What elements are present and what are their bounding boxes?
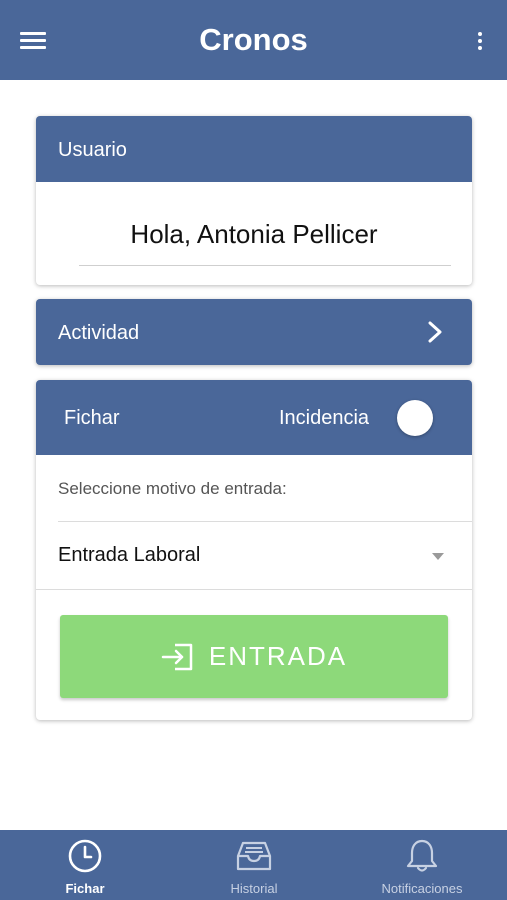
fichar-card-header: Fichar Incidencia	[36, 380, 472, 455]
nav-item-fichar[interactable]: Fichar	[15, 830, 155, 900]
actividad-label: Actividad	[58, 322, 140, 344]
fichar-card-title: Fichar	[64, 407, 120, 429]
clock-icon	[68, 839, 102, 873]
nav-label-notificaciones: Notificaciones	[381, 881, 463, 896]
nav-label-historial: Historial	[230, 881, 278, 896]
login-arrow-icon	[161, 643, 193, 670]
usuario-card-title: Usuario	[58, 139, 127, 161]
app-title: Cronos	[199, 22, 308, 57]
caret-down-icon	[432, 553, 444, 560]
nav-item-historial[interactable]: Historial	[184, 830, 324, 900]
reason-dropdown[interactable]: Entrada Laboral	[36, 522, 472, 590]
user-greeting: Hola, Antonia Pellicer	[130, 219, 378, 249]
inbox-tray-icon	[236, 841, 272, 871]
top-app-bar: Cronos	[0, 0, 507, 80]
incidencia-toggle[interactable]	[397, 400, 433, 436]
actividad-button[interactable]: Actividad	[36, 299, 472, 365]
usuario-card: Usuario Hola, Antonia Pellicer	[36, 116, 472, 285]
chevron-right-icon	[428, 321, 442, 343]
greeting-divider	[79, 265, 451, 266]
reason-dropdown-value: Entrada Laboral	[58, 544, 201, 566]
select-reason-prompt: Seleccione motivo de entrada:	[58, 479, 287, 498]
incidencia-label: Incidencia	[279, 407, 370, 429]
entrada-button-label: ENTRADA	[208, 641, 348, 671]
app-screen: Cronos Usuario Hola, Antonia Pellicer Ac…	[0, 0, 507, 900]
nav-item-notificaciones[interactable]: Notificaciones	[352, 830, 492, 900]
nav-label-fichar: Fichar	[65, 881, 105, 896]
fichar-card: Fichar Incidencia Seleccione motivo de e…	[36, 380, 472, 720]
entrada-button[interactable]: ENTRADA	[60, 615, 448, 698]
bell-icon	[406, 839, 438, 872]
more-vertical-icon[interactable]	[477, 30, 483, 52]
bottom-navigation: Fichar Historial Notificaciones	[0, 830, 507, 900]
usuario-card-header: Usuario	[36, 116, 472, 182]
divider	[36, 589, 472, 590]
